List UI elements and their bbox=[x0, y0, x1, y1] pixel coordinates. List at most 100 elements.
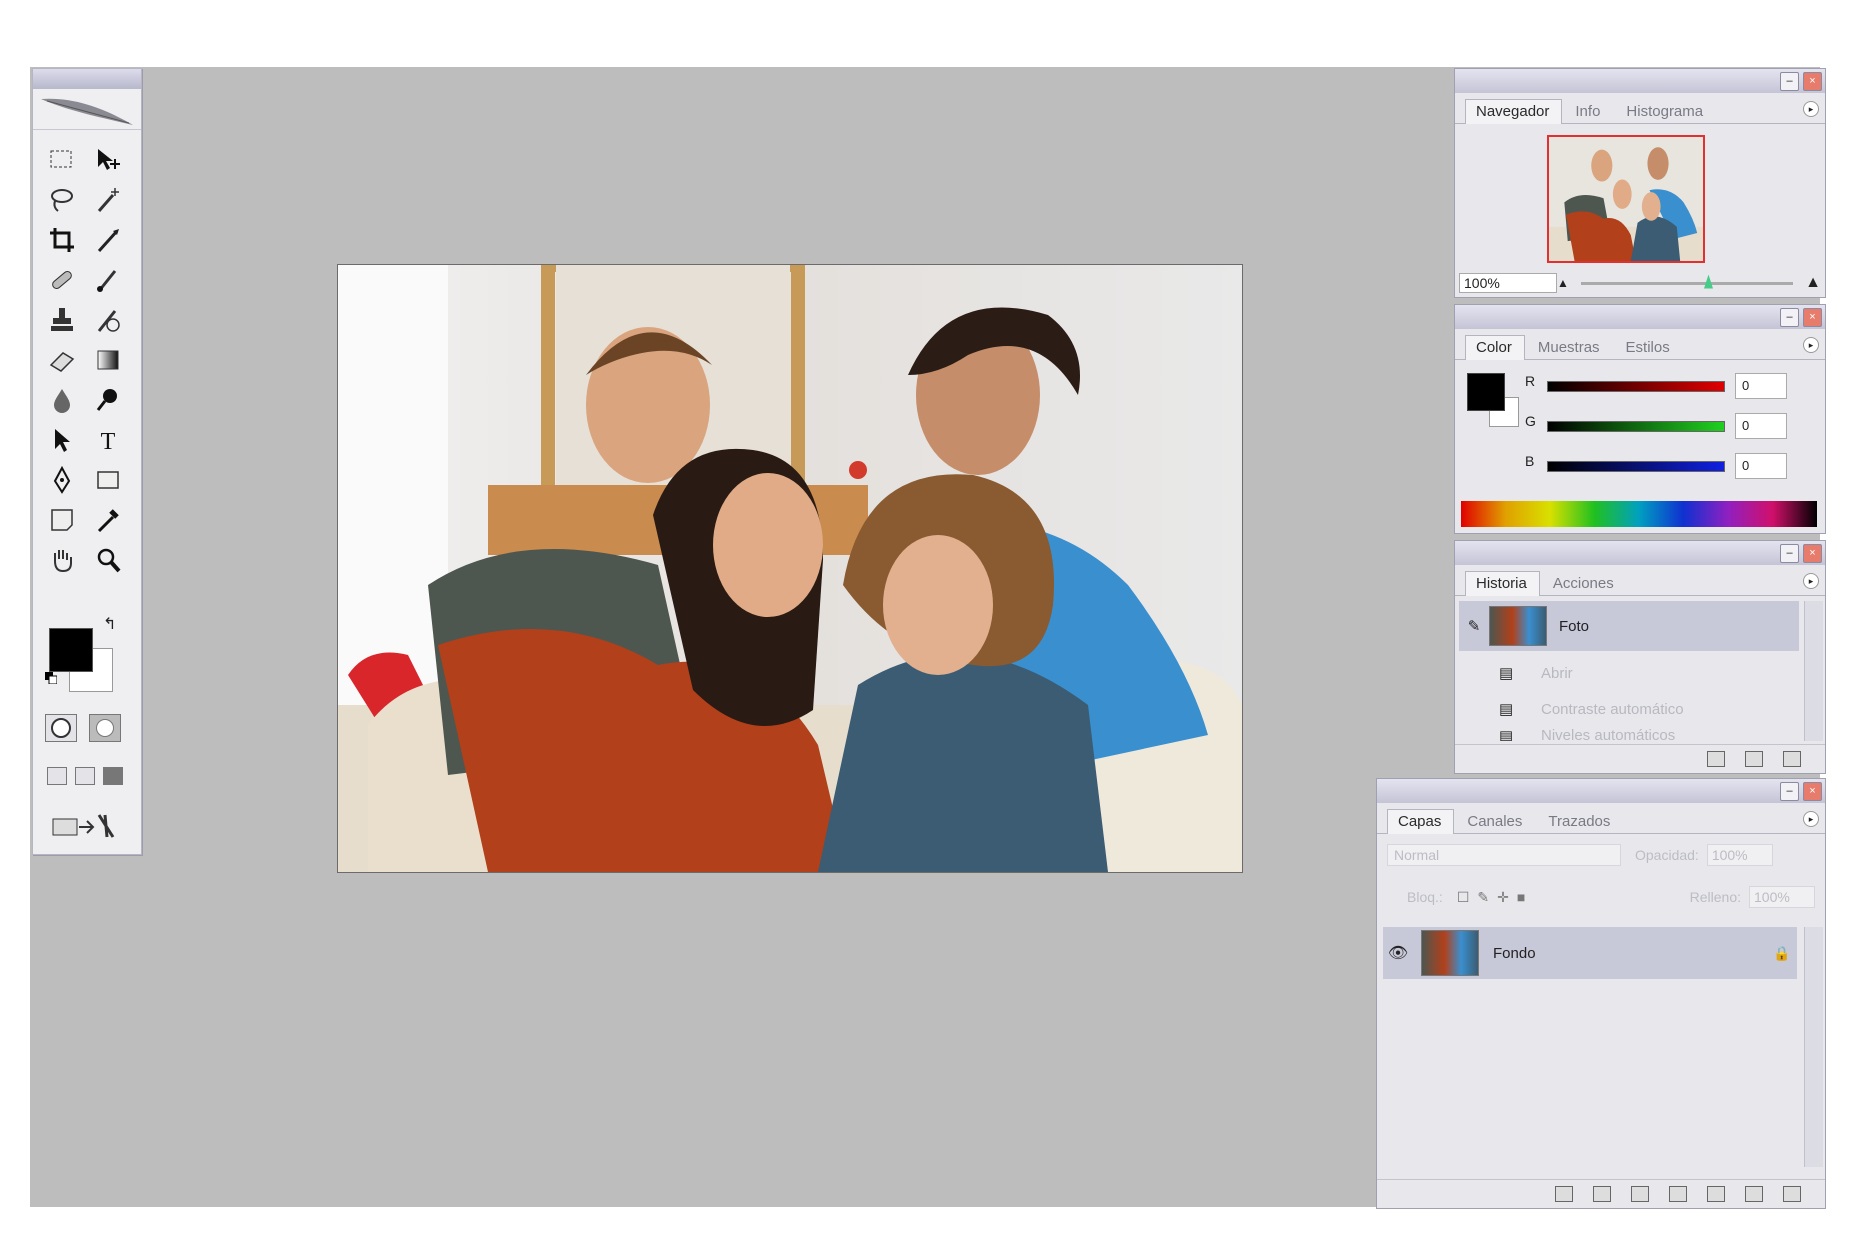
opacity-value[interactable]: 100% bbox=[1706, 844, 1773, 866]
swap-colors-icon[interactable]: ↰ bbox=[103, 614, 116, 634]
layer-mask-icon[interactable] bbox=[1631, 1186, 1649, 1202]
dodge-tool-icon[interactable] bbox=[89, 383, 127, 417]
panel-menu-icon[interactable]: ▸ bbox=[1803, 573, 1819, 589]
new-layer-icon[interactable] bbox=[1745, 1186, 1763, 1202]
blue-channel-slider[interactable] bbox=[1547, 461, 1725, 472]
zoom-out-icon[interactable]: ▲ bbox=[1557, 276, 1569, 290]
lock-all-icon[interactable]: ■ bbox=[1517, 889, 1525, 905]
brush-tool-icon[interactable] bbox=[89, 263, 127, 297]
notes-tool-icon[interactable] bbox=[43, 503, 81, 537]
clone-stamp-tool-icon[interactable] bbox=[43, 303, 81, 337]
fill-value[interactable]: 100% bbox=[1749, 886, 1815, 908]
navigator-thumbnail[interactable] bbox=[1547, 135, 1705, 263]
panel-menu-icon[interactable]: ▸ bbox=[1803, 101, 1819, 117]
shape-tool-icon[interactable] bbox=[89, 463, 127, 497]
close-icon[interactable]: × bbox=[1803, 782, 1822, 801]
type-tool-icon[interactable]: T bbox=[89, 423, 127, 457]
layers-scrollbar[interactable] bbox=[1804, 927, 1823, 1167]
standard-mode-button[interactable] bbox=[45, 714, 77, 742]
zoom-in-icon[interactable]: ▲ bbox=[1805, 274, 1821, 292]
tab-muestras[interactable]: Muestras bbox=[1527, 335, 1613, 360]
tab-trazados[interactable]: Trazados bbox=[1537, 809, 1623, 834]
tab-capas[interactable]: Capas bbox=[1387, 809, 1455, 834]
eraser-tool-icon[interactable] bbox=[43, 343, 81, 377]
green-channel-value[interactable]: 0 bbox=[1735, 413, 1787, 439]
layer-style-icon[interactable] bbox=[1593, 1186, 1611, 1202]
new-group-icon[interactable] bbox=[1707, 1186, 1725, 1202]
crop-tool-icon[interactable] bbox=[43, 223, 81, 257]
history-brush-source-icon[interactable]: ✎ bbox=[1459, 617, 1489, 635]
panel-menu-icon[interactable]: ▸ bbox=[1803, 337, 1819, 353]
gradient-tool-icon[interactable] bbox=[89, 343, 127, 377]
new-document-from-state-icon[interactable] bbox=[1707, 751, 1725, 767]
layers-titlebar[interactable]: – × bbox=[1377, 779, 1825, 803]
navigator-titlebar[interactable]: – × bbox=[1455, 69, 1825, 93]
minimize-icon[interactable]: – bbox=[1780, 308, 1799, 327]
tab-estilos[interactable]: Estilos bbox=[1615, 335, 1683, 360]
blur-tool-icon[interactable] bbox=[43, 383, 81, 417]
tab-canales[interactable]: Canales bbox=[1456, 809, 1535, 834]
eyedropper-tool-icon[interactable] bbox=[89, 503, 127, 537]
jump-to-imageready-icon[interactable] bbox=[47, 809, 121, 843]
marquee-tool-icon[interactable] bbox=[43, 143, 81, 177]
visibility-eye-icon[interactable]: 👁 bbox=[1383, 943, 1413, 963]
tab-navegador[interactable]: Navegador bbox=[1465, 99, 1563, 124]
color-titlebar[interactable]: – × bbox=[1455, 305, 1825, 329]
lock-position-icon[interactable]: ✛ bbox=[1497, 889, 1509, 906]
lock-transparency-icon[interactable]: ☐ bbox=[1457, 889, 1470, 906]
tab-histograma[interactable]: Histograma bbox=[1615, 99, 1716, 124]
zoom-slider-knob[interactable] bbox=[1704, 274, 1713, 289]
default-colors-icon[interactable] bbox=[45, 672, 57, 684]
pen-tool-icon[interactable] bbox=[43, 463, 81, 497]
healing-brush-tool-icon[interactable] bbox=[43, 263, 81, 297]
link-layers-icon[interactable] bbox=[1555, 1186, 1573, 1202]
hand-tool-icon[interactable] bbox=[43, 543, 81, 577]
trash-icon[interactable] bbox=[1783, 751, 1801, 767]
close-icon[interactable]: × bbox=[1803, 544, 1822, 563]
red-channel-slider[interactable] bbox=[1547, 381, 1725, 392]
color-spectrum-ramp[interactable] bbox=[1461, 501, 1817, 527]
close-icon[interactable]: × bbox=[1803, 308, 1822, 327]
history-step[interactable]: ▤ Niveles automáticos bbox=[1459, 727, 1799, 741]
red-channel-value[interactable]: 0 bbox=[1735, 373, 1787, 399]
tab-color[interactable]: Color bbox=[1465, 335, 1525, 360]
quick-mask-button[interactable] bbox=[89, 714, 121, 742]
delete-layer-icon[interactable] bbox=[1783, 1186, 1801, 1202]
full-screen-menu-mode-button[interactable] bbox=[75, 767, 95, 785]
layer-row[interactable]: 👁 Fondo 🔒 bbox=[1383, 927, 1797, 979]
tab-acciones[interactable]: Acciones bbox=[1542, 571, 1627, 596]
new-snapshot-icon[interactable] bbox=[1745, 751, 1763, 767]
minimize-icon[interactable]: – bbox=[1780, 544, 1799, 563]
lasso-tool-icon[interactable] bbox=[43, 183, 81, 217]
foreground-color-chip[interactable] bbox=[1467, 373, 1505, 411]
lock-pixels-icon[interactable]: ✎ bbox=[1477, 889, 1489, 906]
blend-mode-select[interactable]: Normal bbox=[1387, 844, 1621, 866]
zoom-slider[interactable] bbox=[1580, 274, 1794, 289]
adobe-feather-logo[interactable] bbox=[33, 89, 141, 130]
magic-wand-tool-icon[interactable] bbox=[89, 183, 127, 217]
full-screen-mode-button[interactable] bbox=[103, 767, 123, 785]
history-step[interactable]: ▤ Contraste automático bbox=[1459, 691, 1799, 727]
zoom-field[interactable]: 100% bbox=[1459, 273, 1557, 293]
history-scrollbar[interactable] bbox=[1804, 601, 1823, 741]
history-snapshot[interactable]: ✎ Foto bbox=[1459, 601, 1799, 651]
document-canvas[interactable] bbox=[337, 264, 1243, 873]
minimize-icon[interactable]: – bbox=[1780, 72, 1799, 91]
minimize-icon[interactable]: – bbox=[1780, 782, 1799, 801]
tab-info[interactable]: Info bbox=[1564, 99, 1613, 124]
toolbox-titlebar[interactable] bbox=[33, 69, 141, 89]
history-step[interactable]: ▤ Abrir bbox=[1459, 655, 1799, 691]
adjustment-layer-icon[interactable] bbox=[1669, 1186, 1687, 1202]
history-brush-tool-icon[interactable] bbox=[89, 303, 127, 337]
panel-menu-icon[interactable]: ▸ bbox=[1803, 811, 1819, 827]
foreground-color-swatch[interactable] bbox=[49, 628, 93, 672]
blue-channel-value[interactable]: 0 bbox=[1735, 453, 1787, 479]
green-channel-slider[interactable] bbox=[1547, 421, 1725, 432]
move-tool-icon[interactable] bbox=[89, 143, 127, 177]
zoom-tool-icon[interactable] bbox=[89, 543, 127, 577]
history-titlebar[interactable]: – × bbox=[1455, 541, 1825, 565]
tab-historia[interactable]: Historia bbox=[1465, 571, 1540, 596]
slice-tool-icon[interactable] bbox=[89, 223, 127, 257]
standard-screen-mode-button[interactable] bbox=[47, 767, 67, 785]
path-selection-tool-icon[interactable] bbox=[43, 423, 81, 457]
